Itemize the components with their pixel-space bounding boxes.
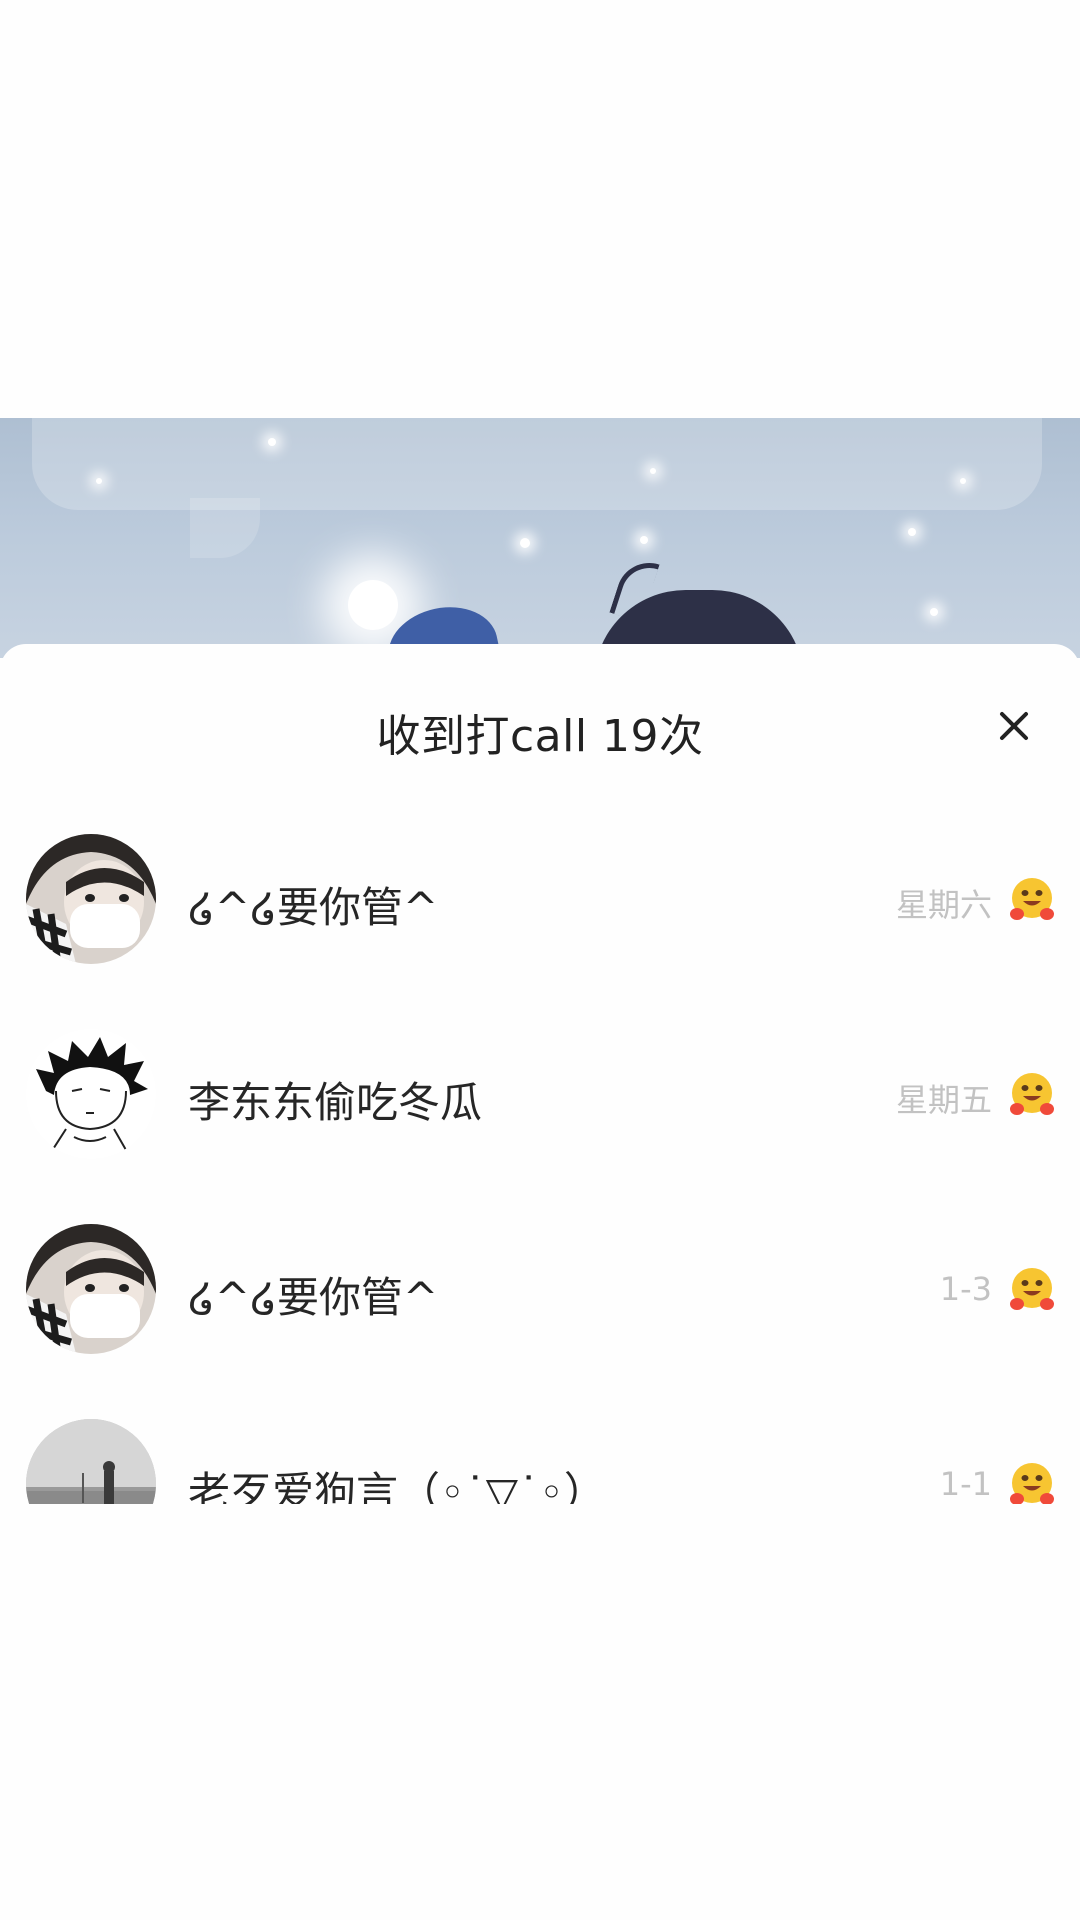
hugging-face-emoji-icon [1010,1268,1054,1310]
avatar-girl-mask-icon [26,834,156,964]
call-list-sheet: 收到打call 19次 ໒^໒要你管^ 星期六 李东东偷吃冬瓜 星期五 ໒^໒要… [0,644,1080,1541]
avatar-girl-mask-icon [26,1224,156,1354]
avatar-sketch-boy-icon [26,1029,156,1159]
hugging-face-emoji-icon [1010,1073,1054,1115]
call-date: 1-3 [939,1270,992,1308]
sparkle [520,538,530,548]
call-date: 星期五 [895,1081,992,1119]
hugging-face-emoji-icon [1010,1463,1054,1505]
sparkle [960,478,966,484]
list-item[interactable]: 李东东偷吃冬瓜 星期五 [0,1001,1080,1196]
close-icon [1000,712,1028,740]
close-button[interactable] [988,700,1040,752]
background-photo [0,418,1080,658]
sun-glare [348,580,398,630]
sheet-title: 收到打call 19次 [376,711,704,762]
caller-name[interactable]: ໒^໒要你管^ [188,1264,438,1325]
sparkle [268,438,276,446]
reaction-emoji [1008,1071,1056,1119]
sparkle [640,536,648,544]
list-item[interactable]: ໒^໒要你管^ 1-3 [0,1196,1080,1391]
sparkle [96,478,102,484]
avatar[interactable] [26,834,156,964]
call-date: 1-1 [939,1465,992,1503]
hugging-face-emoji-icon [1010,878,1054,920]
sparkle [930,608,938,616]
avatar[interactable] [26,1224,156,1354]
caller-name[interactable]: 李东东偷吃冬瓜 [188,1069,482,1130]
sparkle [908,528,916,536]
reaction-emoji [1008,1266,1056,1314]
call-date: 星期六 [895,886,992,924]
avatar[interactable] [26,1029,156,1159]
speech-bubble-tail [190,498,260,558]
reaction-emoji [1008,876,1056,924]
sparkle [650,468,656,474]
caller-name[interactable]: ໒^໒要你管^ [188,874,438,935]
empty-area [0,1504,1080,1920]
caller-list: ໒^໒要你管^ 星期六 李东东偷吃冬瓜 星期五 ໒^໒要你管^ 1-3 老歹爱狗… [0,806,1080,1541]
reaction-emoji [1008,1461,1056,1509]
list-item[interactable]: ໒^໒要你管^ 星期六 [0,806,1080,1001]
speech-bubble-decoration [32,418,1042,510]
screen: 收到打call 19次 ໒^໒要你管^ 星期六 李东东偷吃冬瓜 星期五 ໒^໒要… [0,0,1080,1920]
